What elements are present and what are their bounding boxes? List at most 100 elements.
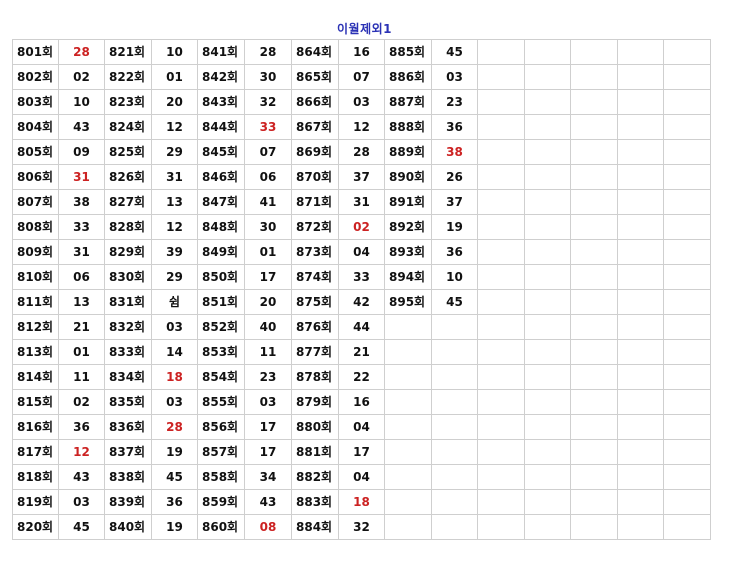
round-label: 846회 [197,164,245,190]
round-label: 892회 [384,214,432,240]
number-value: 01 [58,339,105,365]
number-value: 02 [58,389,105,415]
empty-cell [570,139,618,165]
empty-cell [663,439,711,465]
round-label: 883회 [291,489,339,515]
number-value: 01 [151,64,198,90]
round-label: 891회 [384,189,432,215]
round-label: 876회 [291,314,339,340]
empty-cell [617,439,664,465]
number-value: 33 [244,114,292,140]
number-value: 16 [338,389,385,415]
number-value: 04 [338,414,385,440]
empty-cell [570,439,618,465]
round-label: 857회 [197,439,245,465]
number-value: 06 [58,264,105,290]
number-value: 26 [431,164,478,190]
number-value: 38 [431,139,478,165]
empty-cell [617,89,664,115]
round-label: 841회 [197,39,245,65]
number-value: 43 [58,114,105,140]
round-label: 875회 [291,289,339,315]
table-row: 813회 01 833회 14 853회 11 877회 21 [12,339,711,365]
number-value: 45 [431,289,478,315]
empty-cell [384,414,432,440]
empty-cell [477,289,525,315]
empty-cell [663,489,711,515]
page-title: 이월제외1 [336,22,392,36]
empty-cell [384,514,432,540]
number-value: 29 [151,264,198,290]
round-label: 843회 [197,89,245,115]
number-value: 33 [58,214,105,240]
round-label: 839회 [104,489,152,515]
empty-cell [524,339,571,365]
round-label: 801회 [12,39,59,65]
empty-cell [617,514,664,540]
empty-cell [663,189,711,215]
round-label: 803회 [12,89,59,115]
empty-cell [570,39,618,65]
round-label: 816회 [12,414,59,440]
round-label: 826회 [104,164,152,190]
empty-cell [570,64,618,90]
number-value: 13 [58,289,105,315]
round-label: 802회 [12,64,59,90]
empty-cell [570,389,618,415]
number-value: 38 [58,189,105,215]
number-value: 17 [244,414,292,440]
number-value: 37 [338,164,385,190]
number-value: 03 [151,389,198,415]
number-value: 03 [151,314,198,340]
empty-cell [524,439,571,465]
table-row: 815회 02 835회 03 855회 03 879회 16 [12,389,711,415]
table-row: 820회 45 840회 19 860회 08 884회 32 [12,514,711,540]
round-label: 833회 [104,339,152,365]
number-value: 41 [244,189,292,215]
round-label: 819회 [12,489,59,515]
empty-cell [524,189,571,215]
number-value: 03 [244,389,292,415]
number-value: 28 [58,39,105,65]
empty-cell [384,464,432,490]
number-value: 42 [338,289,385,315]
empty-cell [524,164,571,190]
round-label: 859회 [197,489,245,515]
number-value: 40 [244,314,292,340]
round-label: 894회 [384,264,432,290]
empty-cell [617,364,664,390]
empty-cell [524,39,571,65]
number-value: 03 [431,64,478,90]
number-value: 29 [151,139,198,165]
table-row: 818회 43 838회 45 858회 34 882회 04 [12,464,711,490]
number-value: 07 [244,139,292,165]
number-value: 45 [151,464,198,490]
empty-cell [570,364,618,390]
number-value: 04 [338,464,385,490]
empty-cell [431,314,478,340]
table-row: 817회 12 837회 19 857회 17 881회 17 [12,439,711,465]
round-label: 882회 [291,464,339,490]
table-row: 812회 21 832회 03 852회 40 876회 44 [12,314,711,340]
number-value: 31 [151,164,198,190]
round-label: 809회 [12,239,59,265]
empty-cell [431,389,478,415]
number-value: 06 [244,164,292,190]
empty-cell [617,114,664,140]
empty-cell [477,139,525,165]
number-value: 36 [431,239,478,265]
round-label: 890회 [384,164,432,190]
empty-cell [384,489,432,515]
table-row: 805회 09 825회 29 845회 07 869회 28 889회 38 [12,139,711,165]
empty-cell [663,314,711,340]
number-value: 09 [58,139,105,165]
empty-cell [477,114,525,140]
empty-cell [524,214,571,240]
empty-cell [524,314,571,340]
empty-cell [663,64,711,90]
empty-cell [570,189,618,215]
round-label: 818회 [12,464,59,490]
round-label: 807회 [12,189,59,215]
round-label: 854회 [197,364,245,390]
round-label: 889회 [384,139,432,165]
